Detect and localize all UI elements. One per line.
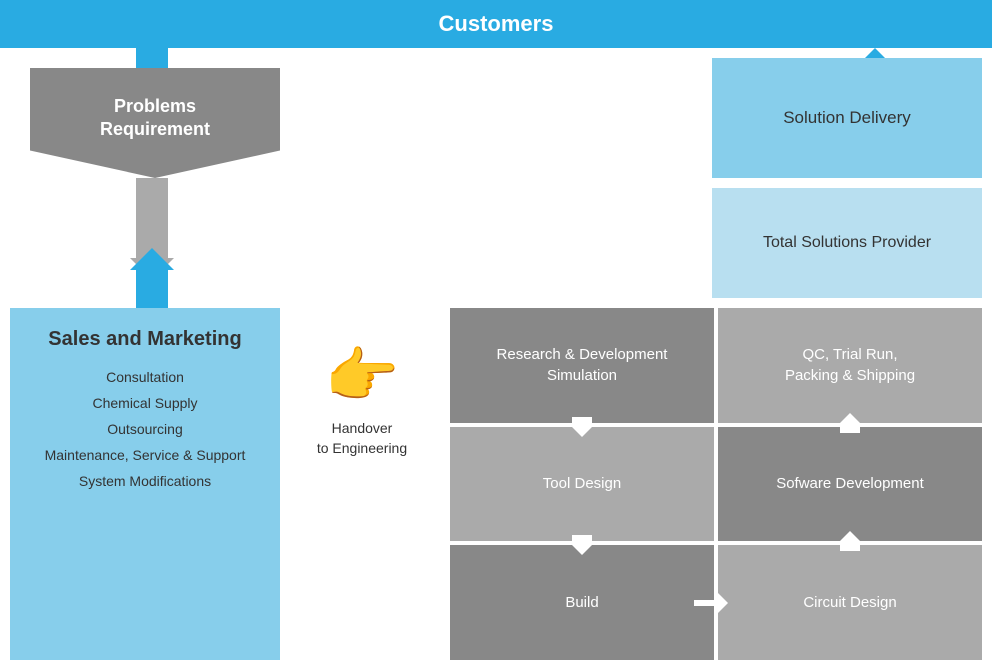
tool-label: Tool Design [543, 473, 621, 494]
engineering-grid: Research & DevelopmentSimulation QC, Tri… [450, 308, 982, 660]
customers-title: Customers [439, 11, 554, 37]
sales-title: Sales and Marketing [48, 328, 241, 351]
software-cell: Sofware Development [718, 427, 982, 542]
circuit-cell: Circuit Design [718, 545, 982, 660]
qc-label: QC, Trial Run,Packing & Shipping [785, 344, 915, 386]
total-solutions-box: Total Solutions Provider [712, 188, 982, 298]
qc-cell: QC, Trial Run,Packing & Shipping [718, 308, 982, 423]
handover-label: Handoverto Engineering [317, 419, 407, 458]
build-label: Build [565, 592, 598, 613]
customers-banner: Customers [0, 0, 992, 48]
sales-item-maintenance: Maintenance, Service & Support [45, 447, 246, 463]
handover-section: 👉 Handoverto Engineering [282, 340, 442, 458]
sales-item-system: System Modifications [79, 473, 211, 489]
software-arrow-up [836, 413, 864, 433]
sales-item-chemical: Chemical Supply [92, 395, 197, 411]
rd-label: Research & DevelopmentSimulation [497, 344, 668, 386]
tool-arrow-down [568, 535, 596, 555]
problems-label: ProblemsRequirement [100, 95, 210, 142]
build-cell: Build [450, 545, 714, 660]
sales-box: Sales and Marketing Consultation Chemica… [10, 308, 280, 660]
problems-box: ProblemsRequirement [30, 68, 280, 178]
hand-icon: 👉 [325, 340, 400, 411]
build-arrow-right [694, 589, 728, 617]
rd-arrow-down [568, 417, 596, 437]
tool-cell: Tool Design [450, 427, 714, 542]
total-solutions-label: Total Solutions Provider [763, 234, 931, 252]
sales-item-outsourcing: Outsourcing [107, 421, 182, 437]
solution-delivery-label: Solution Delivery [783, 108, 911, 128]
rd-cell: Research & DevelopmentSimulation [450, 308, 714, 423]
sales-item-consultation: Consultation [106, 369, 184, 385]
circuit-label: Circuit Design [803, 592, 896, 613]
solution-delivery-box: Solution Delivery [712, 58, 982, 178]
circuit-arrow-up [836, 531, 864, 551]
software-label: Sofware Development [776, 473, 924, 494]
